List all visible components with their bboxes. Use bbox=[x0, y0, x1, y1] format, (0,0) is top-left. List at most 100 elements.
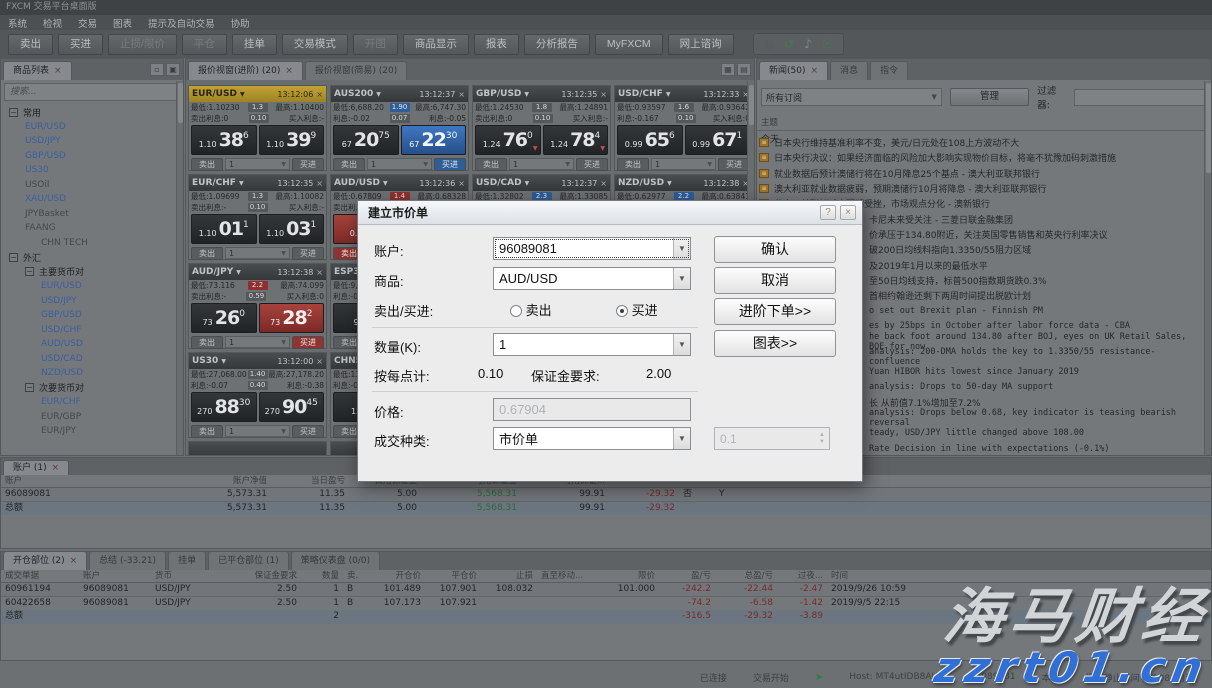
quote-tile-header[interactable]: EUR/CHF▼13:12:35× bbox=[189, 175, 326, 191]
sidebar-item-USOil[interactable]: USOil bbox=[3, 178, 174, 193]
tree-group-外汇[interactable]: −外汇 bbox=[3, 250, 174, 265]
tree-group-常用[interactable]: −常用 bbox=[3, 105, 174, 120]
sidebar-item-EUR/JPY[interactable]: EUR/JPY bbox=[3, 424, 174, 439]
tree-group-主要货币对[interactable]: −主要货币对 bbox=[3, 265, 174, 280]
cascade-view-icon[interactable]: ▤ bbox=[737, 63, 751, 76]
buy-price-box[interactable]: 1.24784▼ bbox=[543, 125, 609, 155]
column-header[interactable]: 货币 bbox=[151, 570, 221, 583]
expand-collapse-icon[interactable]: − bbox=[25, 383, 34, 392]
sidebar-item-USD/CHF[interactable]: USD/CHF bbox=[3, 323, 174, 338]
news-subject-header[interactable]: 主题 bbox=[757, 114, 1211, 131]
confirm-button[interactable]: 确认 bbox=[714, 236, 836, 263]
close-icon[interactable]: × bbox=[810, 62, 818, 80]
quote-tile-header[interactable]: AUD/USD▼13:12:36× bbox=[331, 175, 468, 191]
news-item[interactable]: ≡就业数据后预计澳储行将在10月降息25个基点 - 澳大利亚联邦银行 bbox=[759, 166, 1202, 181]
chevron-down-icon[interactable]: ▼ bbox=[236, 269, 241, 276]
sidebar-item-USD/CAD[interactable]: USD/CAD bbox=[3, 352, 174, 367]
tree-group-次要货币对[interactable]: −次要货币对 bbox=[3, 381, 174, 396]
order-type-select[interactable]: 市价单 ▼ bbox=[493, 427, 691, 450]
toolbar-button-分析报告[interactable]: 分析报告 bbox=[524, 34, 590, 55]
close-icon[interactable]: × bbox=[316, 179, 323, 188]
sidebar-item-XAU/USD[interactable]: XAU/USD bbox=[3, 192, 174, 207]
quote-tile-header[interactable]: EUR/USD▼13:12:06× bbox=[189, 86, 326, 102]
buy-button[interactable]: 买进 bbox=[292, 425, 324, 438]
buy-price-box[interactable]: 1.10031 bbox=[259, 214, 325, 244]
buy-button[interactable]: 买进 bbox=[292, 158, 324, 171]
minimize-panel-icon[interactable]: ▫ bbox=[150, 63, 164, 76]
close-icon[interactable]: × bbox=[316, 90, 323, 99]
close-icon[interactable]: × bbox=[54, 62, 62, 80]
buy-price-box[interactable]: 2709045 bbox=[259, 392, 325, 422]
toolbar-button-商品显示[interactable]: 商品显示 bbox=[403, 34, 469, 55]
maximize-panel-icon[interactable]: ▣ bbox=[166, 63, 180, 76]
quote-tile-header[interactable]: GBP/USD▼13:12:35× bbox=[473, 86, 610, 102]
column-header[interactable]: 卖. bbox=[343, 570, 369, 583]
manage-button[interactable]: 管理 bbox=[950, 88, 1029, 106]
chevron-down-icon[interactable]: ▼ bbox=[673, 334, 690, 355]
sell-radio[interactable]: 卖出 bbox=[510, 300, 552, 319]
chart-button[interactable]: 图表>> bbox=[714, 330, 836, 357]
table-row[interactable]: 960890815,573.3111.355.005,568.3199.91-2… bbox=[1, 488, 1211, 502]
expand-collapse-icon[interactable]: − bbox=[9, 108, 18, 117]
quote-tile-header[interactable]: USD/CHF▼13:12:33× bbox=[615, 86, 752, 102]
toolbar-button-网上谘询[interactable]: 网上谘询 bbox=[668, 34, 734, 55]
help-icon[interactable]: ? bbox=[820, 205, 836, 220]
column-header[interactable]: 账户净值 bbox=[121, 475, 271, 488]
news-scrollbar[interactable] bbox=[1204, 81, 1211, 455]
subscription-select[interactable]: 所有订阅 ▼ bbox=[761, 88, 942, 106]
amount-select[interactable]: 1▼ bbox=[225, 247, 290, 259]
sidebar-item-JPYBasket[interactable]: JPYBasket bbox=[3, 207, 174, 222]
column-header[interactable]: 直至移动... bbox=[537, 570, 603, 583]
close-icon[interactable]: × bbox=[458, 179, 465, 188]
column-header[interactable]: 盈/亏 bbox=[659, 570, 715, 583]
news-item[interactable]: ≡日本央行决议：如果经济面临的风险加大影响实现物价目标，将毫不犹豫加码刺激措施 bbox=[759, 150, 1202, 165]
column-header[interactable]: 账户 bbox=[1, 475, 121, 488]
sidebar-item-AUD/USD[interactable]: AUD/USD bbox=[3, 337, 174, 352]
menu-item-图表[interactable]: 图表 bbox=[113, 16, 132, 30]
chevron-down-icon[interactable]: ▼ bbox=[239, 180, 244, 187]
close-icon[interactable]: × bbox=[316, 357, 323, 366]
buy-price-box[interactable]: 0.99671 bbox=[685, 125, 751, 155]
toolbar-button-卖出[interactable]: 卖出 bbox=[8, 34, 53, 55]
buy-button[interactable]: 买进 bbox=[434, 158, 466, 171]
chevron-down-icon[interactable]: ▼ bbox=[524, 91, 529, 98]
chevron-down-icon[interactable]: ▼ bbox=[383, 180, 388, 187]
chevron-down-icon[interactable]: ▼ bbox=[666, 91, 671, 98]
sidebar-item-FAANG[interactable]: FAANG bbox=[3, 221, 174, 236]
quote-tile-header[interactable]: AUS200▼13:12:37× bbox=[331, 86, 468, 102]
menu-item-协助[interactable]: 协助 bbox=[231, 16, 250, 30]
account-select[interactable]: 96089081 ▼ bbox=[493, 237, 691, 260]
news-item[interactable]: ≡澳大利亚就业数据疲弱，预期澳储行10月将降息 - 澳大利亚联邦银行 bbox=[759, 181, 1202, 196]
filter-input[interactable] bbox=[1074, 89, 1207, 106]
record-icon[interactable]: ● bbox=[764, 36, 774, 52]
amount-select[interactable]: 1▼ bbox=[225, 336, 290, 348]
sidebar-item-EUR/USD[interactable]: EUR/USD bbox=[3, 279, 174, 294]
sidebar-item-EUR/GBP[interactable]: EUR/GBP bbox=[3, 410, 174, 425]
sell-price-box[interactable]: 73260 bbox=[191, 303, 257, 333]
close-icon[interactable]: × bbox=[600, 90, 607, 99]
buy-button[interactable]: 买进 bbox=[718, 158, 750, 171]
sell-button[interactable]: 卖出 bbox=[191, 425, 223, 438]
table-row[interactable]: 总额5,573.3111.355.005,568.3199.91-29.32 bbox=[1, 502, 1211, 516]
chevron-down-icon[interactable]: ▼ bbox=[376, 91, 381, 98]
close-icon[interactable]: × bbox=[316, 268, 323, 277]
column-header[interactable]: 限价 bbox=[603, 570, 659, 583]
table-row[interactable]: 6042265896089081USD/JPY2.501B107.173107.… bbox=[1, 597, 1211, 611]
tab-positions-已平仓部位 (1)[interactable]: 已平仓部位 (1) bbox=[208, 551, 289, 570]
menu-item-系统[interactable]: 系统 bbox=[8, 16, 27, 30]
cancel-button[interactable]: 取消 bbox=[714, 267, 836, 294]
sidebar-item-USD/JPY[interactable]: USD/JPY bbox=[3, 294, 174, 309]
undo-icon[interactable]: ↺ bbox=[784, 36, 794, 52]
news-item[interactable]: ≡日本央行维持基准利率不变，美元/日元处在108上方波动不大 bbox=[759, 135, 1202, 150]
amount-select[interactable]: 1▼ bbox=[225, 425, 290, 437]
sound-icon[interactable]: ♪ bbox=[804, 36, 812, 52]
expand-collapse-icon[interactable]: − bbox=[9, 253, 18, 262]
tab-news-消息[interactable]: 消息 bbox=[830, 61, 868, 80]
tab-accounts[interactable]: 账户 (1) × bbox=[3, 460, 69, 475]
tab-quotes-报价视窗(进阶) (20)[interactable]: 报价视窗(进阶) (20)× bbox=[188, 61, 303, 80]
symbol-select[interactable]: AUD/USD ▼ bbox=[493, 267, 691, 290]
column-header[interactable]: 过夜... bbox=[777, 570, 827, 583]
menu-item-交易[interactable]: 交易 bbox=[78, 16, 97, 30]
chevron-down-icon[interactable]: ▼ bbox=[525, 180, 530, 187]
close-icon[interactable]: × bbox=[285, 62, 293, 80]
